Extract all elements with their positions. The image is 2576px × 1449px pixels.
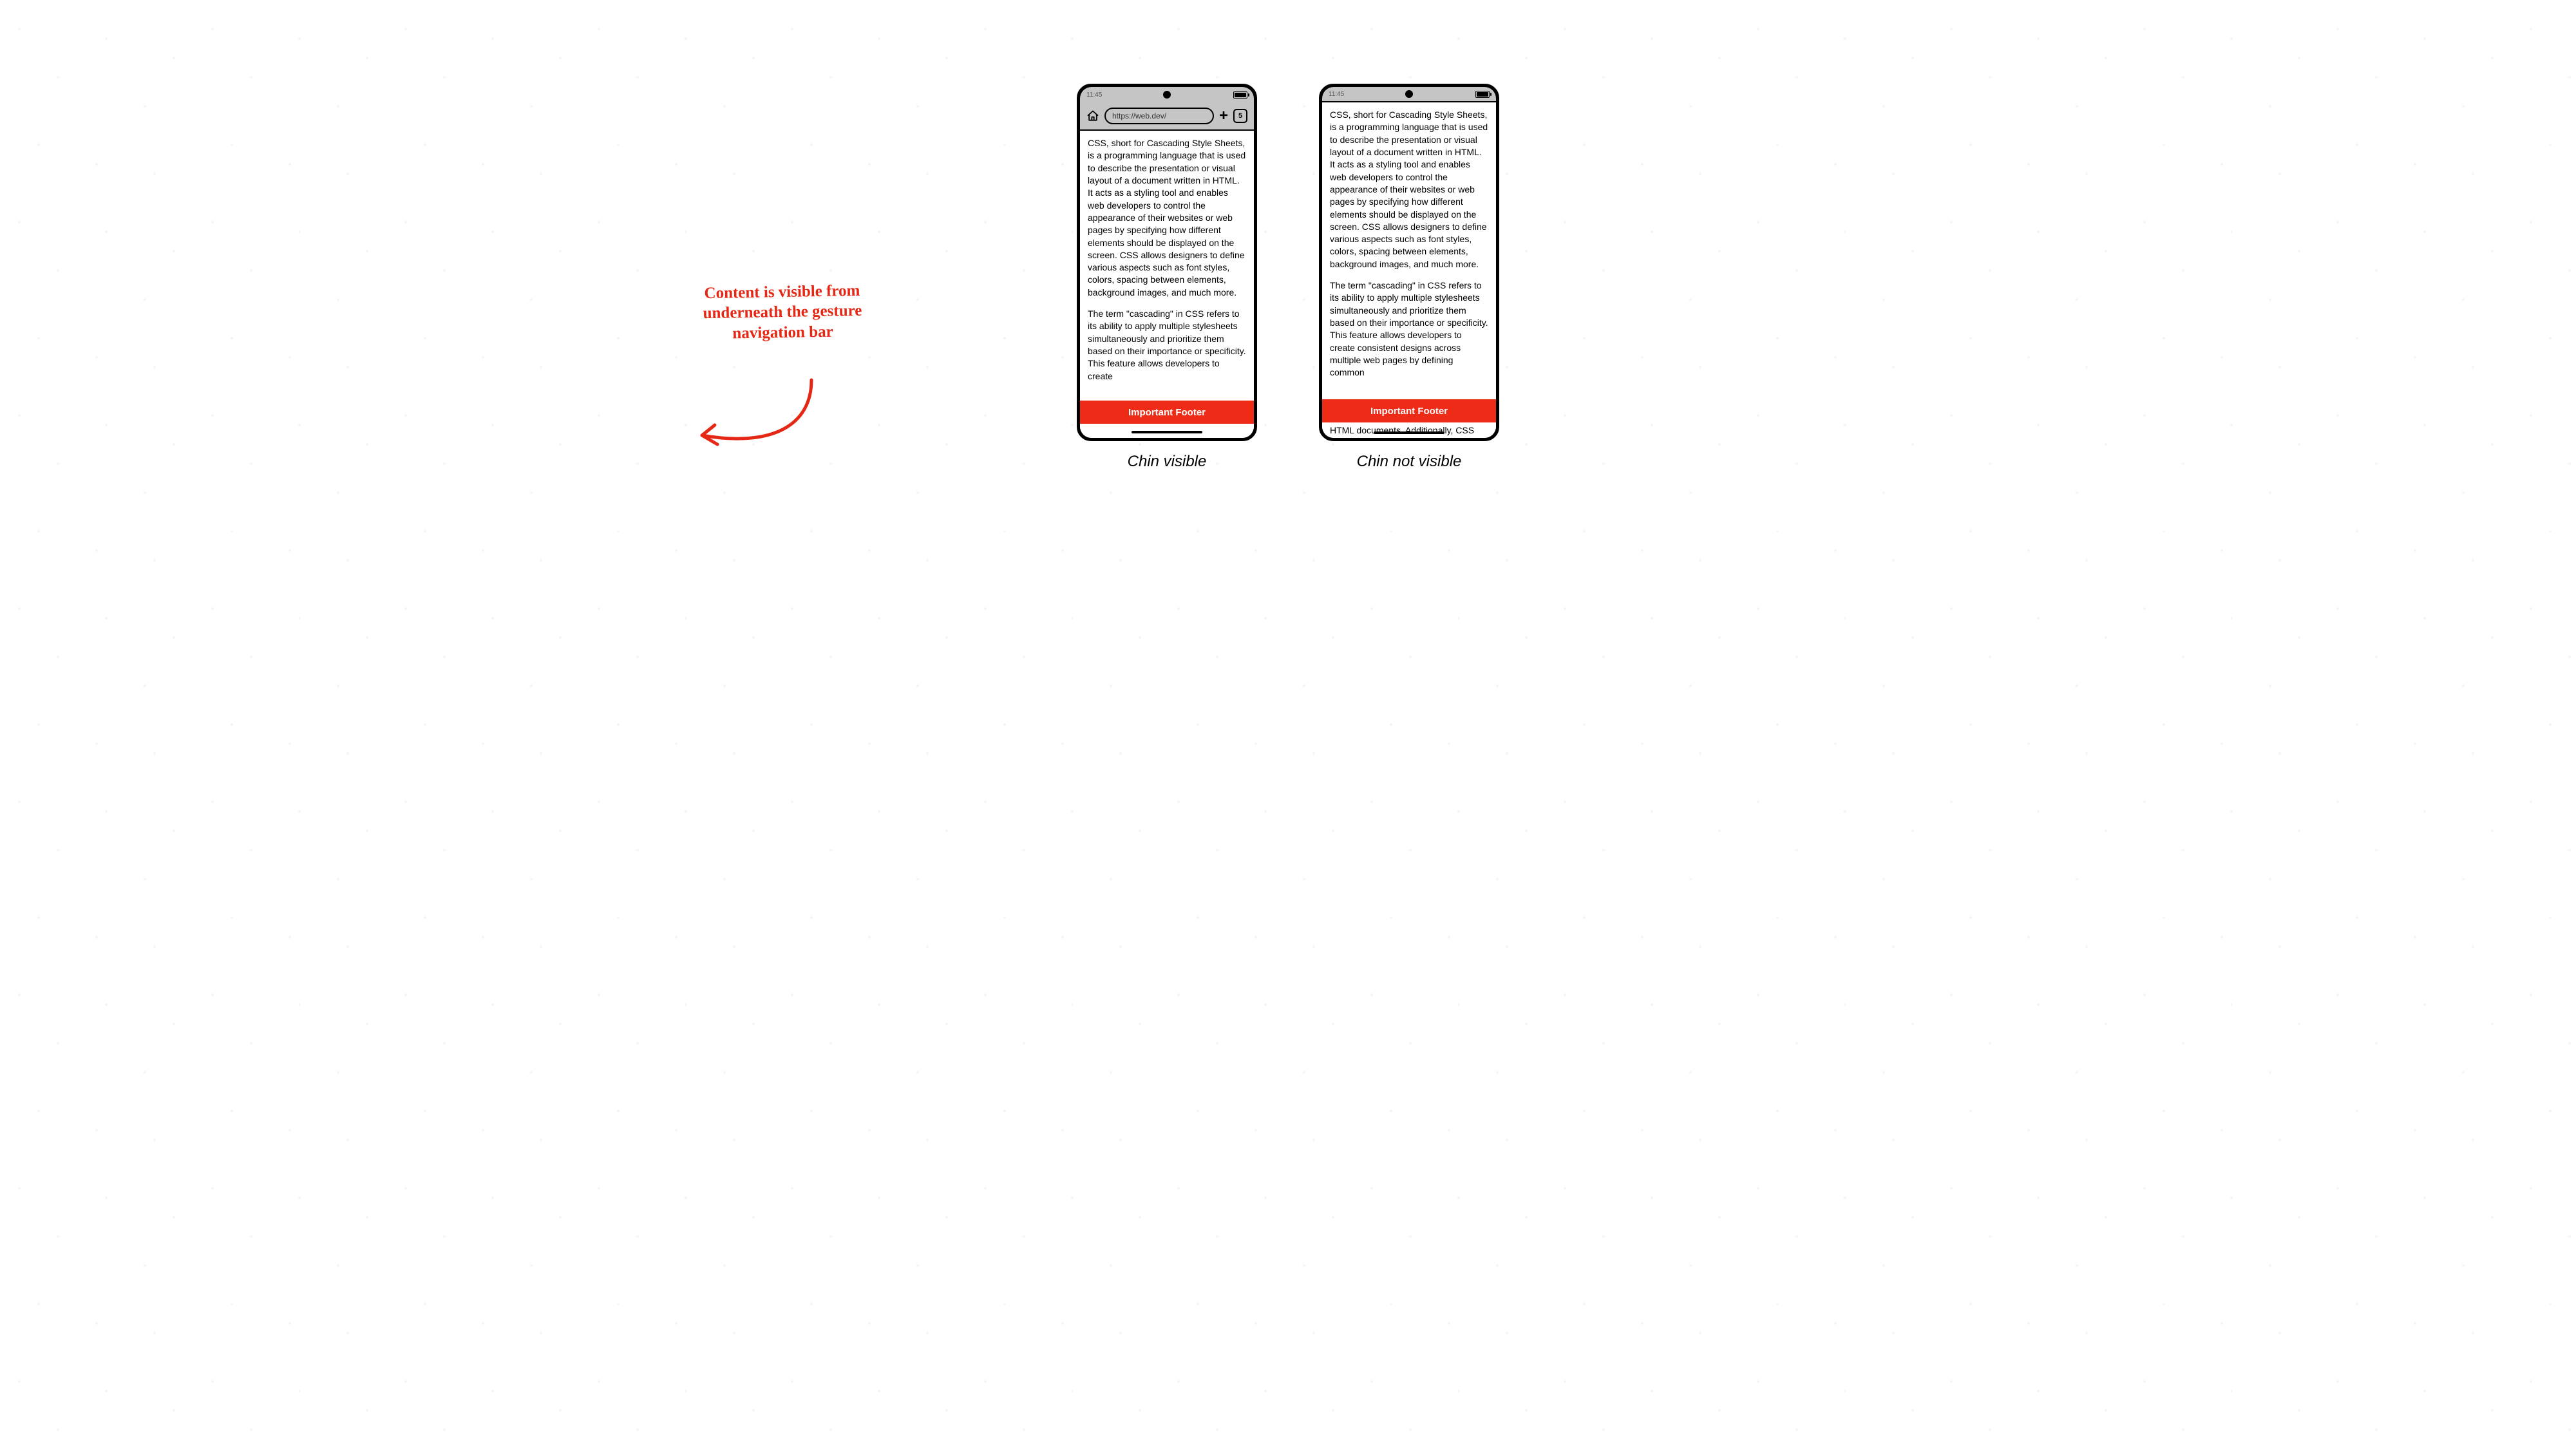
caption-right: Chin not visible (1357, 453, 1462, 471)
status-bar: 11:45 (1080, 87, 1254, 102)
status-time: 11:45 (1329, 91, 1344, 98)
page-content: CSS, short for Cascading Style Sheets, i… (1080, 131, 1254, 398)
page-viewport[interactable]: CSS, short for Cascading Style Sheets, i… (1080, 131, 1254, 438)
front-camera-icon (1163, 91, 1171, 99)
new-tab-icon[interactable]: + (1219, 108, 1228, 124)
right-column: 11:45 CSS, short for Cascading Style She… (1319, 84, 1499, 471)
tab-switcher-button[interactable]: 5 (1233, 109, 1247, 123)
phone-mockup-right: 11:45 CSS, short for Cascading Style She… (1319, 84, 1499, 441)
caption-left: Chin visible (1128, 453, 1207, 471)
home-icon[interactable] (1086, 109, 1099, 122)
address-bar[interactable]: https://web.dev/ (1104, 108, 1214, 124)
status-bar: 11:45 (1322, 87, 1496, 102)
footer-label: Important Footer (1128, 407, 1206, 418)
left-column: 11:45 https://web.dev/ (1077, 84, 1257, 471)
footer-label: Important Footer (1370, 406, 1448, 417)
page-content: CSS, short for Cascading Style Sheets, i… (1322, 102, 1496, 395)
diagram-stage: 11:45 https://web.dev/ (0, 0, 2576, 1449)
paragraph: CSS, short for Cascading Style Sheets, i… (1088, 137, 1246, 299)
paragraph: CSS, short for Cascading Style Sheets, i… (1330, 109, 1488, 270)
battery-icon (1475, 91, 1490, 98)
paragraph: The term "cascading" in CSS refers to it… (1088, 308, 1246, 383)
sticky-footer[interactable]: Important Footer (1322, 399, 1496, 422)
paragraph: The term "cascading" in CSS refers to it… (1330, 279, 1488, 379)
status-time: 11:45 (1086, 91, 1102, 99)
gesture-bar-icon (1132, 431, 1202, 433)
handwritten-annotation: Content is visible from underneath the g… (698, 281, 867, 344)
tab-count: 5 (1238, 112, 1242, 120)
sticky-footer[interactable]: Important Footer (1080, 401, 1254, 424)
phone-mockup-left: 11:45 https://web.dev/ (1077, 84, 1257, 441)
page-viewport[interactable]: CSS, short for Cascading Style Sheets, i… (1322, 102, 1496, 438)
front-camera-icon (1405, 90, 1413, 98)
gesture-bar-icon (1374, 431, 1444, 434)
annotation-arrow-icon (683, 374, 824, 457)
content-under-chin: HTML documents. Additionally, CSS (1322, 422, 1496, 438)
battery-icon (1233, 91, 1247, 99)
browser-chrome: https://web.dev/ + 5 (1080, 102, 1254, 131)
url-text: https://web.dev/ (1112, 111, 1166, 120)
